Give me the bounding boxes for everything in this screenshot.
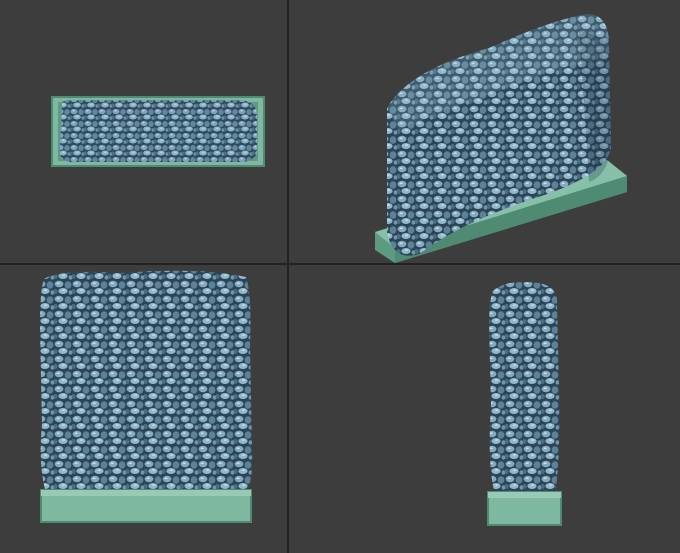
front-view-model (40, 270, 253, 523)
viewport-divider-horizontal[interactable] (0, 263, 680, 265)
perspective-view-viewport[interactable] (289, 0, 680, 263)
front-view-viewport[interactable] (0, 265, 287, 553)
side-view-viewport[interactable] (289, 265, 680, 553)
viewport-grid (0, 0, 680, 553)
top-view-viewport[interactable] (0, 0, 287, 263)
perspective-view-model (375, 14, 627, 263)
side-view-model (487, 282, 562, 526)
top-view-model (51, 96, 265, 167)
viewport-divider-vertical[interactable] (287, 0, 289, 553)
